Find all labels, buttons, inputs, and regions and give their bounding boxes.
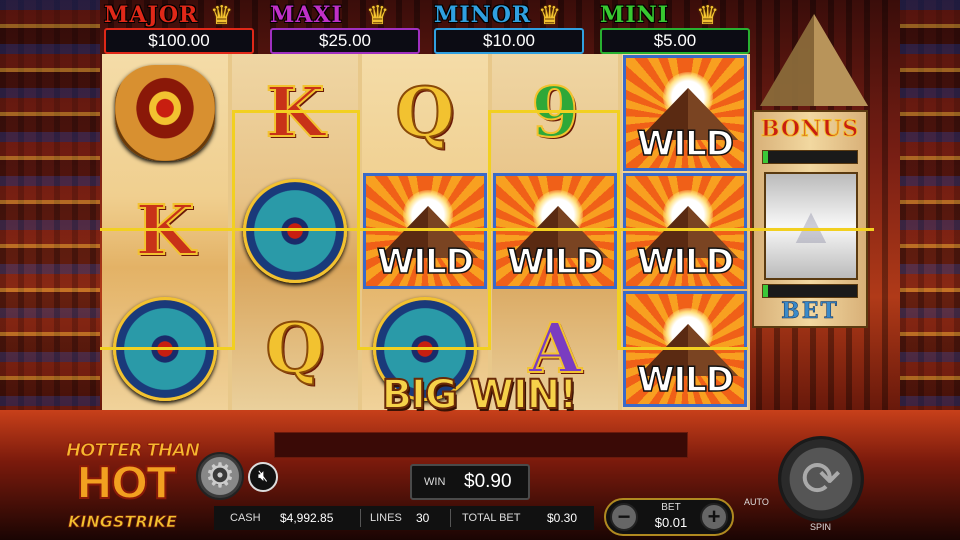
jackpot-major: MAJOR ♛ $100.00 xyxy=(104,0,254,54)
bet-value: $0.01 xyxy=(654,515,688,530)
spin-button[interactable]: ⟳ xyxy=(778,436,864,522)
bet-decrease-button[interactable]: − xyxy=(610,503,638,531)
bonus-title: BONUS xyxy=(760,116,860,143)
bonus-meter: BONUS ▲ BET xyxy=(752,110,868,328)
divider xyxy=(360,509,361,527)
bet-increase-button[interactable]: + xyxy=(700,503,728,531)
reel-symbol: WILD xyxy=(622,54,748,172)
game-logo: HOTTER THAN HOT KINGSTRIKE xyxy=(52,440,202,536)
jackpot-minor-label: MINOR xyxy=(434,2,532,28)
bonus-top-meter xyxy=(762,150,858,164)
crown-icon: ♛ xyxy=(538,0,562,30)
total-bet-value: $0.30 xyxy=(547,511,578,525)
pyramid-shade-decoration xyxy=(814,14,868,106)
big-win-banner: BIG WIN! xyxy=(381,371,579,419)
spin-label: SPIN xyxy=(810,522,832,532)
lines-label: LINES xyxy=(370,512,402,524)
win-label: WIN xyxy=(424,476,446,488)
jackpot-maxi-label: MAXI xyxy=(270,2,343,28)
message-bar xyxy=(274,432,688,458)
status-bar: CASH $4,992.85 LINES 30 TOTAL BET $0.30 xyxy=(214,506,594,530)
eye-of-horus-icon xyxy=(115,65,215,161)
wild-text: WILD xyxy=(636,123,735,165)
win-display: WIN $0.90 xyxy=(410,464,530,500)
jackpot-mini-label: MINI xyxy=(600,2,670,28)
settings-button[interactable]: ⚙ xyxy=(196,452,244,500)
total-bet-label: TOTAL BET xyxy=(462,512,521,524)
cash-value: $4,992.85 xyxy=(280,511,334,525)
spin-arrows-icon: ⟳ xyxy=(800,453,842,506)
payline-winning xyxy=(618,230,748,350)
ainsworth-logo-icon: ▲ xyxy=(785,197,837,255)
sound-muted-icon: 🔇︎ xyxy=(257,468,269,485)
wild-symbol: WILD xyxy=(623,55,747,171)
jackpot-mini-value: $5.00 xyxy=(600,28,750,54)
logo-line2: HOT xyxy=(75,457,177,510)
reel-symbol: Q xyxy=(362,54,488,172)
bonus-bottom-meter xyxy=(762,284,858,298)
logo-line3: KINGSTRIKE xyxy=(68,512,178,532)
jackpot-mini: MINI ♛ $5.00 xyxy=(600,0,750,54)
crown-icon: ♛ xyxy=(210,0,234,30)
bet-control: − BET $0.01 + xyxy=(604,498,734,536)
jackpot-minor: MINOR ♛ $10.00 xyxy=(434,0,584,54)
jackpot-major-label: MAJOR xyxy=(104,2,199,28)
win-value: $0.90 xyxy=(464,471,512,492)
bonus-top-meter-fill xyxy=(763,151,768,163)
symbol-q: Q xyxy=(394,72,455,154)
bonus-window: ▲ xyxy=(764,172,858,280)
jackpot-major-value: $100.00 xyxy=(104,28,254,54)
bet-label: BET xyxy=(661,502,681,513)
payline-winning xyxy=(358,230,488,350)
crown-icon: ♛ xyxy=(366,0,390,30)
auto-play-button[interactable]: AUTO xyxy=(744,497,769,507)
wild-text: WILD xyxy=(636,359,735,401)
divider xyxy=(450,509,451,527)
jackpot-maxi: MAXI ♛ $25.00 xyxy=(270,0,420,54)
bonus-bet-label: BET xyxy=(781,298,839,325)
payline-middle xyxy=(100,228,874,231)
payline-winning xyxy=(100,230,232,350)
cash-label: CASH xyxy=(230,512,261,524)
lines-value: 30 xyxy=(416,511,430,525)
gear-icon: ⚙ xyxy=(204,457,236,495)
jackpot-minor-value: $10.00 xyxy=(434,28,584,54)
sound-toggle-button[interactable]: 🔇︎ xyxy=(248,462,278,492)
crown-icon: ♛ xyxy=(696,0,720,30)
reel-symbol xyxy=(102,54,228,172)
bonus-bottom-meter-fill xyxy=(763,285,768,297)
jackpot-maxi-value: $25.00 xyxy=(270,28,420,54)
